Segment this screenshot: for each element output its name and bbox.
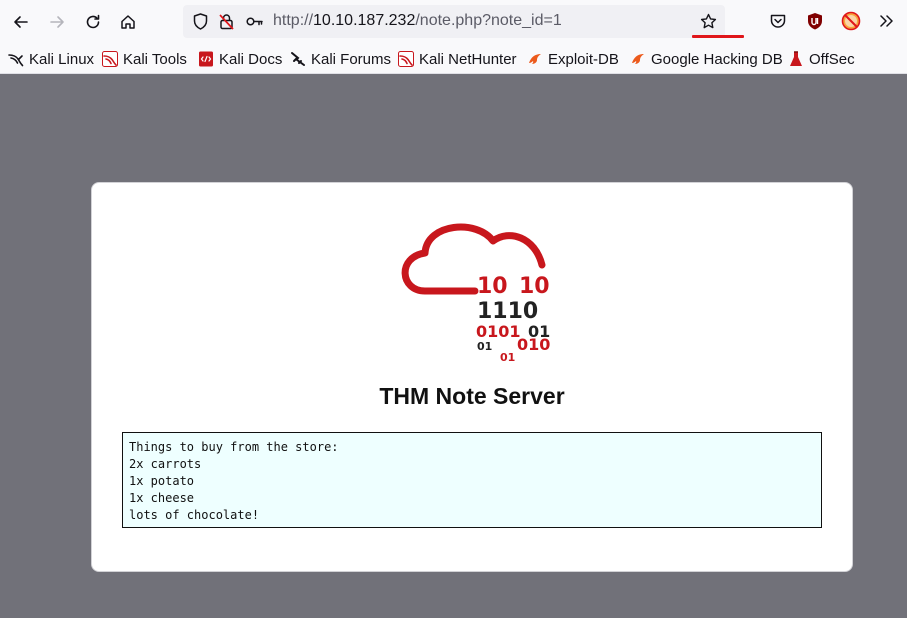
back-button[interactable] <box>7 8 35 36</box>
pocket-button[interactable] <box>767 10 789 32</box>
logo-digits-red-left: 10 <box>477 274 508 299</box>
pocket-icon <box>770 14 786 28</box>
arrow-right-icon <box>50 16 64 28</box>
note-card: 10 10 1110 0101 01 01 010 01 THM Note Se… <box>91 182 853 572</box>
note-content-box: Things to buy from the store: 2x carrots… <box>122 432 822 528</box>
home-button[interactable] <box>114 8 142 36</box>
bookmark-kali-tools[interactable]: Kali Tools <box>102 49 187 69</box>
page-title: THM Note Server <box>379 383 565 409</box>
kali-nethunter-icon <box>398 51 414 67</box>
bookmark-label: OffSec <box>809 50 855 68</box>
bookmark-kali-linux[interactable]: Kali Linux <box>8 49 94 69</box>
bookmark-exploit-db[interactable]: Exploit-DB <box>527 49 619 69</box>
reload-button[interactable] <box>79 8 107 36</box>
bookmark-star-icon[interactable] <box>699 12 718 31</box>
kali-forums-icon <box>291 52 305 66</box>
bookmark-label: Kali NetHunter <box>419 50 517 68</box>
bookmark-label: Exploit-DB <box>548 50 619 68</box>
overflow-menu-button[interactable] <box>875 10 897 32</box>
logo-digits-red-small: 0101 <box>476 322 521 341</box>
bookmark-label: Kali Forums <box>311 50 392 68</box>
kali-dragon-icon <box>8 54 24 67</box>
bookmark-kali-forums[interactable]: Kali Forums <box>290 49 391 69</box>
url-host: 10.10.187.232 <box>313 12 416 29</box>
blocked-extension-icon <box>841 11 861 31</box>
logo-digits-dark-main: 1110 <box>477 299 538 324</box>
extension-button[interactable] <box>840 10 862 32</box>
ublock-extension-button[interactable] <box>804 10 826 32</box>
shield-icon[interactable] <box>191 12 210 31</box>
thm-cloud-logo: 10 10 1110 0101 01 01 010 01 <box>397 203 557 368</box>
offsec-icon <box>790 51 802 66</box>
note-line: lots of chocolate! <box>129 508 260 522</box>
home-icon <box>121 15 135 29</box>
kali-tools-icon <box>102 51 118 67</box>
logo-digits-dark-tiny: 01 <box>477 340 492 353</box>
logo-digits-red-right: 10 <box>519 274 550 299</box>
ublock-origin-icon <box>808 13 822 30</box>
reload-icon <box>86 14 100 29</box>
bookmark-label: Kali Docs <box>219 50 283 68</box>
navigation-toolbar: http://10.10.187.232/note.php?note_id=1 <box>0 0 907 44</box>
url-prefix: http:// <box>273 12 314 29</box>
bookmark-label: Kali Tools <box>123 50 187 68</box>
key-icon[interactable] <box>245 12 264 31</box>
note-line: 2x carrots <box>129 457 202 471</box>
bookmark-label: Kali Linux <box>29 50 95 68</box>
url-text[interactable]: http://10.10.187.232/note.php?note_id=1 <box>273 12 562 30</box>
note-line: Things to buy from the store: <box>129 440 339 454</box>
insecure-lock-icon[interactable] <box>217 12 236 31</box>
bookmarks-toolbar: Kali Linux Kali Tools Kali Docs Kali For… <box>0 44 907 74</box>
ghdb-icon <box>632 54 644 64</box>
bookmark-kali-docs[interactable]: Kali Docs <box>198 49 282 69</box>
bookmark-offsec[interactable]: OffSec <box>788 49 855 69</box>
bookmark-kali-nethunter[interactable]: Kali NetHunter <box>398 49 517 69</box>
note-line: 1x cheese <box>129 491 195 505</box>
note-line: 1x potato <box>129 474 195 488</box>
url-underline-annotation <box>692 35 744 38</box>
logo-digits-red-tiny: 01 <box>500 351 515 364</box>
logo-digits-red-medium: 010 <box>517 335 550 354</box>
arrow-left-icon <box>14 16 28 28</box>
bookmark-google-hacking-db[interactable]: Google Hacking DB <box>630 49 783 69</box>
url-bar[interactable]: http://10.10.187.232/note.php?note_id=1 <box>183 5 744 38</box>
forward-button[interactable] <box>43 8 71 36</box>
double-chevron-right-icon <box>880 15 893 27</box>
bookmark-label: Google Hacking DB <box>651 50 783 68</box>
exploit-db-icon <box>529 54 541 64</box>
kali-docs-icon <box>199 51 213 67</box>
url-path: /note.php?note_id=1 <box>415 12 562 29</box>
